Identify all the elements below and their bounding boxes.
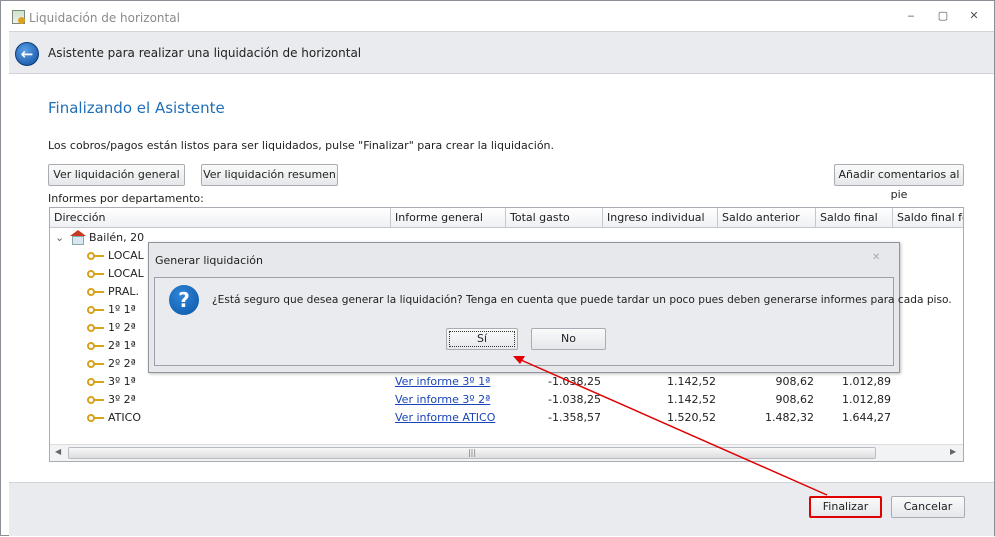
back-arrow-icon[interactable]: ← [15, 42, 39, 66]
cell-direccion: 3º 2ª [108, 393, 136, 406]
key-icon [87, 323, 105, 333]
dialog-title: Generar liquidación [155, 254, 263, 267]
wizard-title: Asistente para realizar una liquidación … [48, 46, 362, 60]
close-button[interactable]: ✕ [966, 9, 982, 23]
page-title: Finalizando el Asistente [48, 99, 225, 117]
cell-saldo-anterior: 1.482,32 [765, 411, 814, 424]
dialog-close-icon[interactable]: ✕ [872, 252, 880, 263]
cell-ingreso: 1.142,52 [667, 375, 716, 388]
cell-total-gasto: -1.038,25 [548, 375, 601, 388]
key-icon [87, 341, 105, 351]
cell-saldo-final: 1.012,89 [842, 375, 891, 388]
cell-saldo-anterior: 908,62 [775, 375, 815, 388]
dialog-message: ¿Está seguro que desea generar la liquid… [212, 294, 952, 306]
ver-liquidacion-resumen-button[interactable]: Ver liquidación resumen [201, 164, 338, 186]
cell-saldo-final: 1.012,89 [842, 393, 891, 406]
table-row[interactable]: 3º 1ª Ver informe 3º 1ª -1.038,25 1.142,… [50, 373, 963, 391]
key-icon [87, 413, 105, 423]
scroll-left-icon[interactable]: ◀ [55, 447, 61, 456]
no-button[interactable]: No [531, 328, 606, 350]
cell-direccion: 3º 1ª [108, 375, 136, 388]
column-header-ingreso[interactable]: Ingreso individual [603, 208, 718, 228]
building-icon [70, 230, 86, 245]
window: Liquidación de horizontal ‒ ▢ ✕ ← Asiste… [0, 0, 995, 536]
key-icon [87, 395, 105, 405]
cell-direccion: 1º 2ª [108, 321, 136, 334]
column-header-direccion[interactable]: Dirección [50, 208, 391, 228]
grid-label: Informes por departamento: [48, 192, 204, 205]
key-icon [87, 269, 105, 279]
informe-link[interactable]: Ver informe 3º 2ª [395, 393, 490, 406]
cell-direccion: ATICO [108, 411, 141, 424]
maximize-button[interactable]: ▢ [935, 9, 951, 23]
ver-liquidacion-general-button[interactable]: Ver liquidación general [48, 164, 185, 186]
cell-direccion: 2º 2ª [108, 357, 136, 370]
column-header-total[interactable]: Total gasto [506, 208, 603, 228]
minimize-button[interactable]: ‒ [903, 9, 919, 23]
dialog-body: ? ¿Está seguro que desea generar la liqu… [154, 277, 952, 366]
cell-saldo-anterior: 908,62 [775, 393, 815, 406]
finalizar-button[interactable]: Finalizar [809, 496, 882, 518]
window-title: Liquidación de horizontal [29, 11, 180, 25]
question-icon: ? [169, 285, 199, 315]
title-bar: Liquidación de horizontal ‒ ▢ ✕ [1, 1, 994, 31]
anadir-comentarios-button[interactable]: Añadir comentarios al pie [834, 164, 964, 201]
column-header-saldo-final[interactable]: Saldo final [816, 208, 893, 228]
informe-link[interactable]: Ver informe ATICO [395, 411, 495, 424]
table-row[interactable]: 3º 2ª Ver informe 3º 2ª -1.038,25 1.142,… [50, 391, 963, 409]
group-label: Bailén, 20 [89, 231, 145, 244]
confirm-dialog: Generar liquidación ✕ ? ¿Está seguro que… [148, 242, 952, 373]
key-icon [87, 251, 105, 261]
column-header-informe[interactable]: Informe general [391, 208, 506, 228]
key-icon [87, 359, 105, 369]
page-description: Los cobros/pagos están listos para ser l… [48, 139, 555, 152]
key-icon [87, 377, 105, 387]
cell-ingreso: 1.142,52 [667, 393, 716, 406]
cell-ingreso: 1.520,52 [667, 411, 716, 424]
cancelar-button[interactable]: Cancelar [891, 496, 965, 518]
key-icon [87, 287, 105, 297]
column-header-saldo-anterior[interactable]: Saldo anterior [718, 208, 816, 228]
cell-direccion: 2ª 1ª [108, 339, 136, 352]
column-header-saldo-final-for[interactable]: Saldo final for [893, 208, 963, 228]
cell-total-gasto: -1.038,25 [548, 393, 601, 406]
app-icon [12, 10, 25, 24]
yes-button[interactable]: Sí [446, 328, 518, 350]
collapse-chevron-icon[interactable]: ⌄ [55, 231, 64, 244]
table-row[interactable]: ATICO Ver informe ATICO -1.358,57 1.520,… [50, 409, 963, 427]
scrollbar-thumb[interactable]: ||| [68, 447, 876, 459]
scroll-right-icon[interactable]: ▶ [950, 447, 956, 456]
cell-total-gasto: -1.358,57 [548, 411, 601, 424]
wizard-header: ← Asistente para realizar una liquidació… [9, 31, 994, 74]
horizontal-scrollbar[interactable]: ◀ ||| ▶ [50, 444, 963, 461]
cell-direccion: 1º 1ª [108, 303, 136, 316]
cell-saldo-final: 1.644,27 [842, 411, 891, 424]
cell-direccion: PRAL. [108, 285, 139, 298]
informe-link[interactable]: Ver informe 3º 1ª [395, 375, 490, 388]
key-icon [87, 305, 105, 315]
